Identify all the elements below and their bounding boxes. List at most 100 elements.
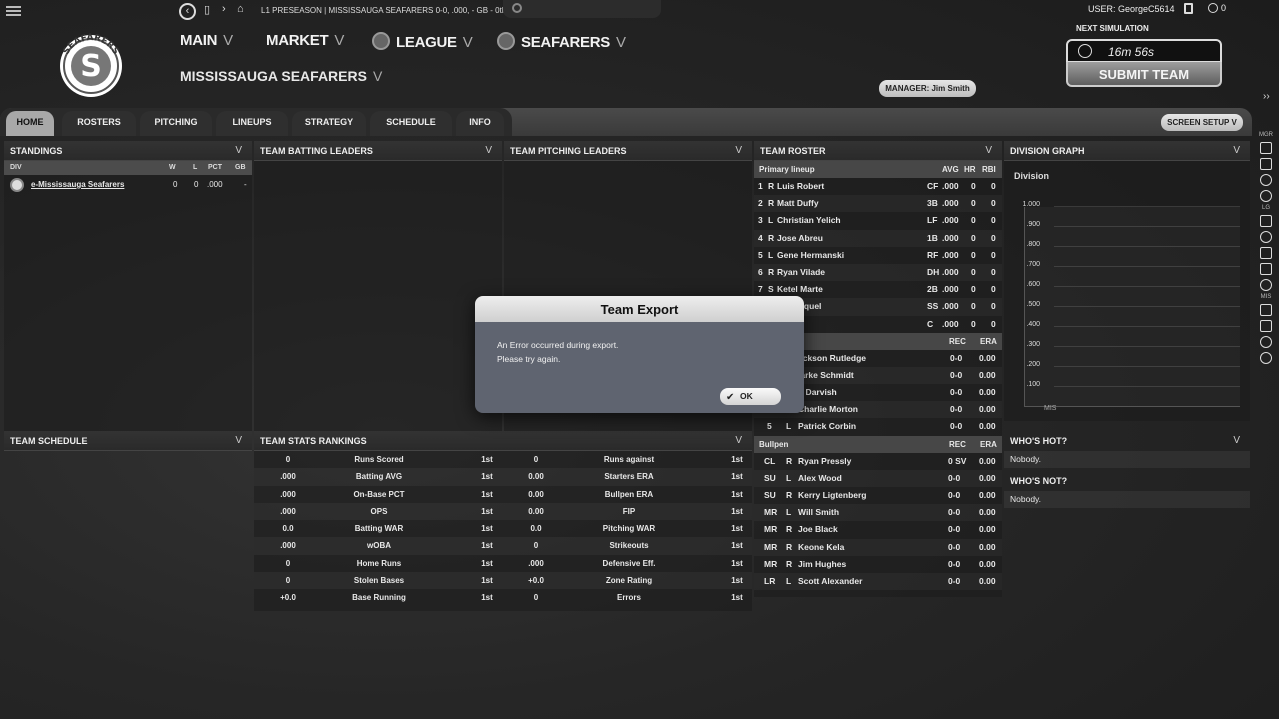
- lineup-row[interactable]: 3 L Christian Yelich LF .000 0 0: [754, 212, 1002, 229]
- team-location-icon[interactable]: [1260, 336, 1272, 348]
- chevron-down-icon[interactable]: V: [985, 141, 992, 161]
- stat-label: Strikeouts: [609, 541, 649, 551]
- pitcher-role: SU: [764, 490, 776, 500]
- coin-count[interactable]: 0: [1208, 3, 1226, 13]
- page-icon[interactable]: ▯: [204, 3, 210, 16]
- bullpen-row[interactable]: LR L Scott Alexander 0-0 0.00: [754, 572, 1002, 591]
- bullpen-row[interactable]: MR R Keone Kela 0-0 0.00: [754, 538, 1002, 556]
- team-selector[interactable]: MISSISSAUGA SEAFARERS V: [180, 68, 382, 84]
- bullpen-row[interactable]: CL R Ryan Pressly 0 SV 0.00: [754, 453, 1002, 470]
- stats-chart-icon[interactable]: [1260, 263, 1272, 275]
- home-icon[interactable]: [1260, 142, 1272, 154]
- menu-icon[interactable]: [6, 6, 21, 16]
- chevron-down-icon[interactable]: V: [1233, 431, 1240, 451]
- tab-home[interactable]: HOME: [6, 111, 54, 136]
- team-home-icon[interactable]: [1260, 304, 1272, 316]
- lineup-row[interactable]: 5 L Gene Hermanski RF .000 0 0: [754, 247, 1002, 264]
- tab-info[interactable]: INFO: [456, 111, 504, 136]
- stat-value: 0: [285, 455, 291, 464]
- settings-icon[interactable]: [1260, 352, 1272, 364]
- manager-button[interactable]: MANAGER: Jim Smith: [879, 80, 976, 97]
- standings-row[interactable]: e-Mississauga Seafarers 0 0 .000 -: [4, 175, 252, 195]
- search-icon[interactable]: [1260, 174, 1272, 186]
- batting-order: 2: [758, 198, 763, 209]
- stat-rank: 1st: [481, 576, 493, 586]
- chevron-down-icon[interactable]: V: [735, 141, 742, 161]
- chevron-down-icon[interactable]: V: [735, 431, 742, 451]
- bullpen-row[interactable]: MR R Jim Hughes 0-0 0.00: [754, 556, 1002, 573]
- graph-area: [1024, 207, 1240, 407]
- nav-main[interactable]: MAIN V: [180, 32, 233, 49]
- player-name: Christian Yelich: [777, 215, 841, 226]
- forward-icon[interactable]: ›: [222, 3, 226, 15]
- bats-hand: L: [768, 215, 774, 226]
- col-rec: REC: [949, 336, 966, 346]
- location-icon[interactable]: [1260, 231, 1272, 243]
- device-icon[interactable]: [1184, 3, 1193, 14]
- col-avg: AVG: [942, 165, 959, 174]
- player-name: Ketel Marte: [777, 284, 823, 295]
- division-graph: Division 1.000.900.800.700.600.500.400.3…: [1004, 161, 1250, 421]
- stat-value: 0: [533, 593, 539, 603]
- collapse-icon[interactable]: ››: [1263, 91, 1270, 102]
- coin-value: 0: [1221, 3, 1227, 13]
- batting-leaders-header: TEAM BATTING LEADERS V: [254, 141, 502, 161]
- nav-league[interactable]: LEAGUE V: [372, 32, 473, 51]
- stat-label: Zone Rating: [605, 576, 653, 586]
- glove-icon[interactable]: [1260, 320, 1272, 332]
- rotation-slot: 5: [767, 421, 772, 432]
- tab-lineups[interactable]: LINEUPS: [216, 111, 288, 136]
- nav-seafarers[interactable]: SEAFARERS V: [497, 32, 626, 51]
- screen-setup-label: SCREEN SETUP: [1167, 118, 1230, 127]
- scoreboard-icon[interactable]: [1260, 247, 1272, 259]
- player-name: Jose Abreu: [777, 232, 823, 243]
- standings-team[interactable]: e-Mississauga Seafarers: [31, 180, 124, 189]
- submit-team-button[interactable]: SUBMIT TEAM: [1066, 62, 1222, 87]
- tab-rosters[interactable]: ROSTERS: [62, 111, 136, 136]
- stat-label: Batting WAR: [354, 524, 404, 534]
- pitcher-role: SU: [764, 472, 776, 483]
- stat-rank: 1st: [481, 506, 493, 516]
- lineup-header: Primary lineup AVG HR RBI: [754, 161, 1002, 178]
- tab-strategy[interactable]: STRATEGY: [292, 111, 366, 136]
- pitcher-name: Jim Hughes: [798, 558, 847, 569]
- tab-schedule[interactable]: SCHEDULE: [370, 111, 452, 136]
- stat-rank: 1st: [731, 472, 743, 482]
- chevron-down-icon[interactable]: V: [235, 141, 242, 161]
- team-logo[interactable]: S SEAFARERS: [46, 23, 136, 97]
- screen-setup-button[interactable]: SCREEN SETUP V: [1161, 114, 1243, 131]
- bullpen-row[interactable]: MR R Joe Black 0-0 0.00: [754, 521, 1002, 538]
- stat-label: Runs Scored: [354, 455, 404, 464]
- whos-hot-value: Nobody.: [1004, 451, 1250, 468]
- lineup-row[interactable]: 1 R Luis Robert CF .000 0 0: [754, 178, 1002, 195]
- baseball-icon[interactable]: [1260, 279, 1272, 291]
- mail-icon[interactable]: [1260, 158, 1272, 170]
- user-label[interactable]: USER: GeorgeC5614: [1088, 4, 1175, 14]
- ok-button[interactable]: ✔ OK: [720, 388, 781, 405]
- stat-value: .000: [280, 472, 296, 482]
- chevron-down-icon[interactable]: V: [235, 431, 242, 451]
- stat-value: .000: [280, 541, 296, 551]
- tab-pitching[interactable]: PITCHING: [140, 111, 212, 136]
- stat-label: FIP: [622, 506, 636, 516]
- player-avg: .000: [942, 301, 959, 312]
- chevron-down-icon[interactable]: V: [1233, 141, 1240, 161]
- rotation-row[interactable]: 5 L Patrick Corbin 0-0 0.00: [754, 418, 1002, 435]
- batting-order: 6: [758, 266, 763, 277]
- home-icon[interactable]: ⌂: [237, 3, 244, 15]
- lineup-row[interactable]: 4 R Jose Abreu 1B .000 0 0: [754, 229, 1002, 247]
- bullpen-row[interactable]: MR L Will Smith 0-0 0.00: [754, 504, 1002, 522]
- gear-icon[interactable]: [1260, 190, 1272, 202]
- bullpen-row[interactable]: SU L Alex Wood 0-0 0.00: [754, 469, 1002, 487]
- lineup-row[interactable]: 2 R Matt Duffy 3B .000 0 0: [754, 195, 1002, 213]
- player-avg: .000: [942, 266, 959, 277]
- chevron-down-icon[interactable]: V: [485, 141, 492, 161]
- league-home-icon[interactable]: [1260, 215, 1272, 227]
- nav-market[interactable]: MARKET V: [266, 32, 344, 49]
- pitcher-name: Keone Kela: [798, 541, 845, 552]
- bullpen-row[interactable]: SU R Kerry Ligtenberg 0-0 0.00: [754, 487, 1002, 504]
- back-icon[interactable]: ‹: [179, 3, 196, 20]
- pitching-leaders-header: TEAM PITCHING LEADERS V: [504, 141, 752, 161]
- search-input[interactable]: [503, 0, 661, 18]
- lineup-row[interactable]: 6 R Ryan Vilade DH .000 0 0: [754, 263, 1002, 282]
